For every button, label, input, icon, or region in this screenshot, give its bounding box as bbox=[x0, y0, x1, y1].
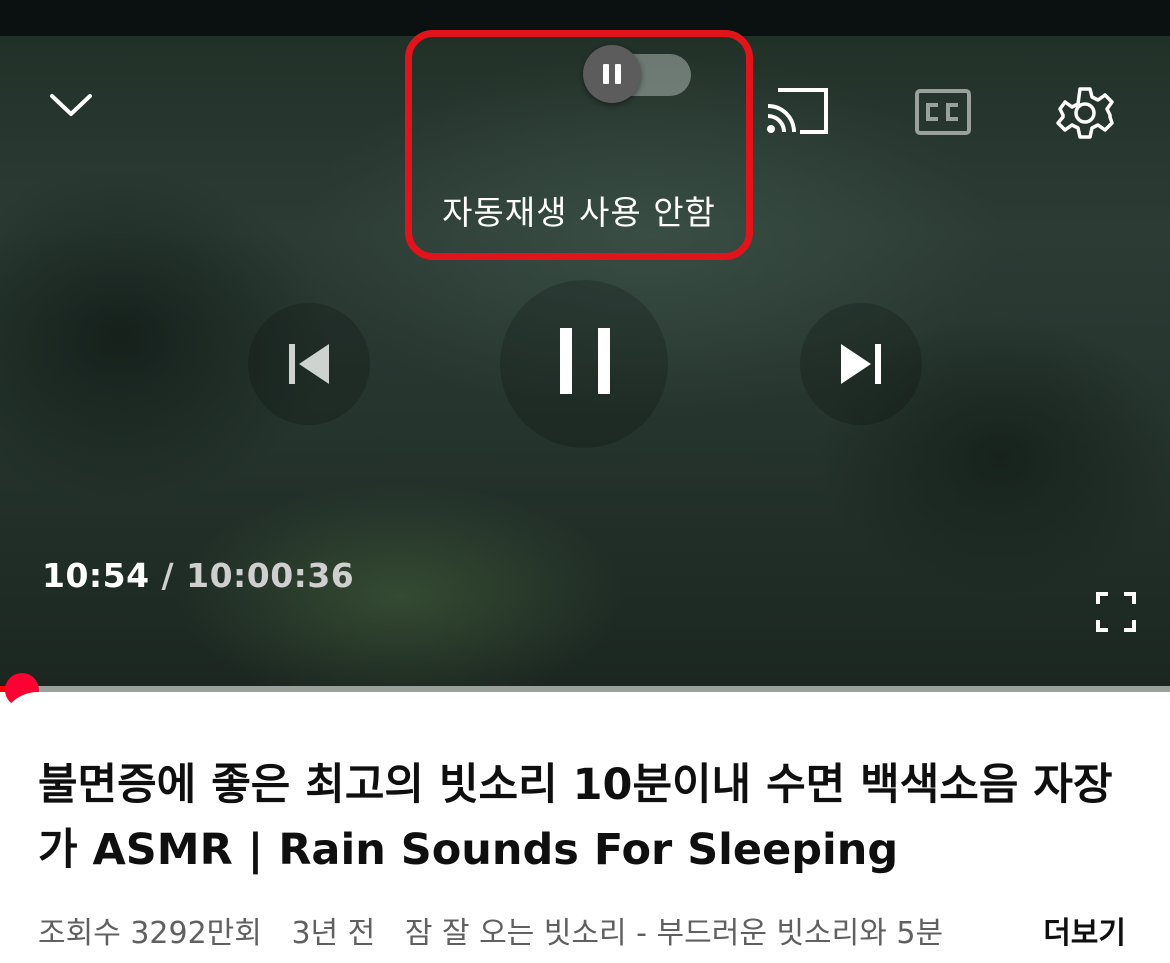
view-count: 조회수 3292만회 bbox=[38, 916, 262, 951]
pause-icon bbox=[560, 328, 610, 394]
time-display: 10:54 / 10:00:36 bbox=[42, 556, 354, 595]
current-time: 10:54 bbox=[42, 556, 150, 595]
time-separator: / bbox=[161, 556, 175, 595]
video-title[interactable]: 불면증에 좋은 최고의 빗소리 10분이내 수면 백색소음 자장가 ASMR |… bbox=[38, 753, 1118, 883]
cc-icon[interactable] bbox=[914, 88, 972, 136]
fullscreen-icon[interactable] bbox=[1096, 592, 1136, 632]
autoplay-status-label: 자동재생 사용 안함 bbox=[442, 193, 716, 232]
chevron-down-icon[interactable] bbox=[46, 86, 96, 122]
description-snippet: 잠 잘 오는 빗소리 - 부드러운 빗소리와 5분 bbox=[404, 916, 944, 951]
more-button[interactable]: 더보기 bbox=[1043, 908, 1126, 952]
video-meta[interactable]: 조회수 3292만회 3년 전 잠 잘 오는 빗소리 - 부드러운 빗소리와 5… bbox=[38, 908, 1038, 952]
skip-previous-icon bbox=[289, 344, 329, 384]
skip-next-icon bbox=[841, 344, 881, 384]
gear-icon[interactable] bbox=[1054, 82, 1116, 144]
duration: 10:00:36 bbox=[186, 556, 355, 595]
cast-icon[interactable] bbox=[764, 86, 832, 138]
pause-icon bbox=[603, 64, 621, 84]
upload-age: 3년 전 bbox=[291, 916, 376, 951]
